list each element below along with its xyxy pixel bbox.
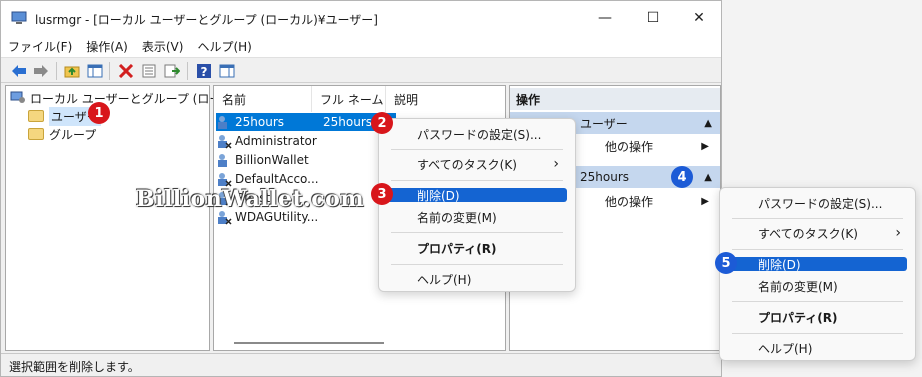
actions-more-25hours-label: 他の操作 [605, 194, 654, 209]
actions-group-25hours-label: 25hours [580, 170, 630, 184]
step-badge-2: 2 [371, 112, 393, 134]
svg-text:?: ? [201, 65, 208, 78]
user-name: Administrator [235, 134, 317, 148]
tree-pane: ローカル ユーザーとグループ (ローカル) ユーザー グループ [5, 85, 250, 351]
status-bar: 選択範囲を削除します。 [1, 353, 721, 376]
toolbar-separator [187, 62, 188, 80]
column-header-name[interactable]: 名前 [214, 86, 312, 112]
actions-header: 操作 [510, 88, 720, 110]
step-badge-4: 4 [671, 166, 693, 188]
user-name: BillionWallet [235, 153, 309, 167]
computer-management-icon [11, 11, 27, 24]
table-row[interactable]: Administrator [216, 132, 317, 150]
menu-item-set-password[interactable]: パスワードの設定(S)... [379, 123, 575, 145]
user-icon [216, 172, 232, 187]
watermark: BillionWallet.com [136, 186, 365, 212]
computer-users-icon [10, 91, 25, 103]
user-name: 25hours [235, 115, 285, 129]
menu-item-rename[interactable]: 名前の変更(M) [379, 206, 575, 228]
menu-separator [391, 232, 563, 233]
actions-more-25hours[interactable]: 他の操作 ▶ [605, 191, 717, 211]
table-row[interactable]: 25hours 25hours [216, 113, 396, 131]
actions-group-users-label: ユーザー [580, 116, 628, 131]
menu-item-all-tasks-label: すべてのタスク(K) [417, 157, 517, 172]
step-badge-1: 1 [88, 102, 110, 124]
menu-separator [391, 180, 563, 181]
export-icon[interactable] [163, 62, 181, 80]
menu-separator [732, 333, 903, 334]
user-name: DefaultAcco... [235, 172, 319, 186]
toolbar-separator [56, 62, 57, 80]
up-folder-icon[interactable] [63, 62, 81, 80]
chevron-right-icon: › [895, 225, 901, 241]
tree-item-groups[interactable]: グループ [28, 125, 96, 143]
context-menu-list: パスワードの設定(S)... すべてのタスク(K) › 削除(D) 名前の変更(… [378, 118, 576, 292]
horizontal-scrollbar[interactable] [234, 342, 384, 344]
menu-item-set-password[interactable]: パスワードの設定(S)... [720, 192, 915, 214]
menu-help[interactable]: ヘルプ(H) [190, 35, 258, 57]
window-title: lusrmgr - [ローカル ユーザーとグループ (ローカル)¥ユーザー] [35, 13, 378, 27]
menu-file[interactable]: ファイル(F) [1, 35, 79, 57]
collapse-up-icon[interactable]: ▲ [704, 118, 712, 129]
actions-more-users[interactable]: 他の操作 ▶ [605, 136, 717, 156]
forward-icon[interactable] [32, 62, 50, 80]
tree-item-groups-label: グループ [49, 127, 97, 142]
column-header-full-name[interactable]: フル ネーム [312, 86, 386, 112]
back-icon[interactable] [10, 62, 28, 80]
menu-bar: ファイル(F) 操作(A) 表示(V) ヘルプ(H) [1, 35, 721, 57]
menu-item-delete[interactable]: 削除(D) [720, 253, 915, 275]
step-badge-5: 5 [715, 252, 737, 274]
user-icon [216, 153, 232, 168]
menu-item-help[interactable]: ヘルプ(H) [379, 268, 575, 290]
menu-action[interactable]: 操作(A) [79, 35, 135, 57]
menu-separator [391, 149, 563, 150]
user-full-name: 25hours [323, 115, 373, 129]
chevron-right-icon: › [553, 156, 559, 172]
show-tree-icon[interactable] [86, 62, 104, 80]
action-pane-icon[interactable] [218, 62, 236, 80]
maximize-button[interactable]: ☐ [633, 5, 673, 31]
toolbar: ? [1, 57, 721, 83]
title-bar: lusrmgr - [ローカル ユーザーとグループ (ローカル)¥ユーザー] —… [1, 1, 721, 35]
menu-item-delete[interactable]: 削除(D) [379, 184, 575, 206]
properties-icon[interactable] [140, 62, 158, 80]
context-menu-actions: パスワードの設定(S)... すべてのタスク(K) › 削除(D) 名前の変更(… [719, 187, 916, 361]
actions-more-users-label: 他の操作 [605, 139, 654, 154]
menu-separator [732, 218, 903, 219]
help-icon[interactable]: ? [195, 62, 213, 80]
submenu-arrow-icon: ▶ [701, 140, 709, 152]
folder-icon [28, 128, 44, 140]
menu-separator [391, 264, 563, 265]
menu-view[interactable]: 表示(V) [135, 35, 191, 57]
menu-item-all-tasks[interactable]: すべてのタスク(K) › [379, 153, 575, 175]
table-row[interactable]: BillionWallet [216, 151, 309, 169]
menu-item-properties[interactable]: プロパティ(R) [720, 306, 915, 328]
menu-item-rename[interactable]: 名前の変更(M) [720, 275, 915, 297]
close-button[interactable]: ✕ [679, 5, 719, 31]
menu-separator [732, 249, 903, 250]
submenu-arrow-icon: ▶ [701, 195, 709, 207]
user-icon [216, 134, 232, 149]
folder-icon [28, 110, 44, 122]
menu-item-properties[interactable]: プロパティ(R) [379, 237, 575, 259]
minimize-button[interactable]: — [585, 5, 625, 31]
delete-icon[interactable] [117, 62, 135, 80]
collapse-up-icon[interactable]: ▲ [704, 172, 712, 183]
menu-separator [732, 301, 903, 302]
column-header-description[interactable]: 説明 [386, 86, 505, 112]
menu-item-all-tasks[interactable]: すべてのタスク(K) › [720, 222, 915, 244]
user-icon [216, 115, 232, 130]
user-name: WDAGUtility... [235, 210, 319, 224]
menu-item-all-tasks-label: すべてのタスク(K) [758, 226, 858, 241]
toolbar-separator [109, 62, 110, 80]
menu-item-help[interactable]: ヘルプ(H) [720, 337, 915, 359]
step-badge-3: 3 [371, 183, 393, 205]
